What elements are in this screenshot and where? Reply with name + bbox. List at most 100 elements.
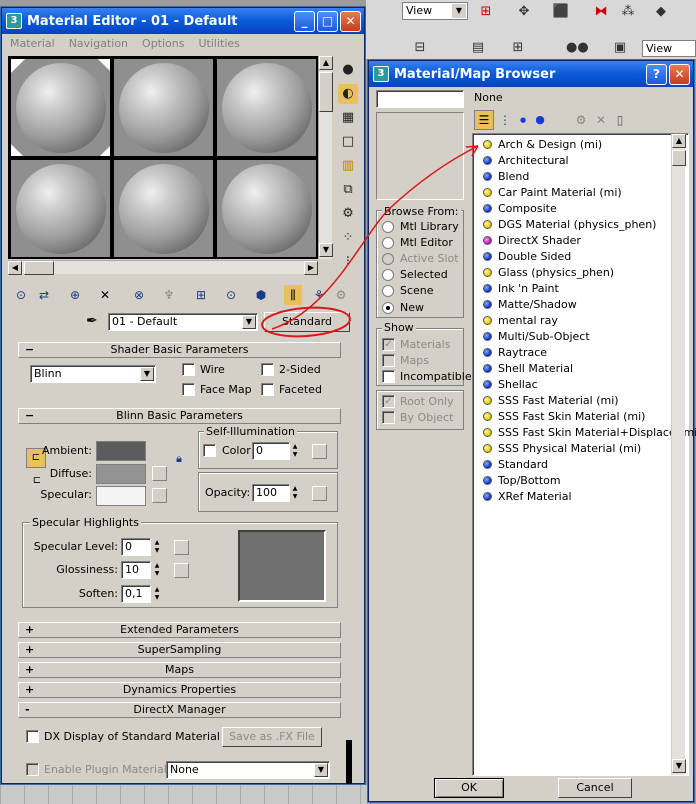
dx-display-checkbox[interactable]	[26, 730, 39, 743]
options-icon[interactable]: ⚙	[338, 204, 358, 224]
list-item[interactable]: Architectural	[483, 152, 569, 168]
scroll-left-icon[interactable]: ◀	[8, 261, 22, 275]
two-sided-checkbox[interactable]	[261, 363, 274, 376]
view-small-icons-icon[interactable]: ●	[516, 110, 530, 130]
sample-slot[interactable]	[216, 58, 317, 157]
diffuse-swatch[interactable]	[96, 464, 146, 484]
scroll-down-icon[interactable]: ▼	[672, 759, 686, 773]
list-item[interactable]: Ink 'n Paint	[483, 280, 559, 296]
select-by-material-icon[interactable]: ⁘	[338, 228, 358, 248]
soften-spinner[interactable]: ▲ ▼	[152, 586, 162, 602]
list-item[interactable]: Composite	[483, 200, 557, 216]
list-item[interactable]: Shellac	[483, 376, 538, 392]
view-large-icons-icon[interactable]: ●	[532, 110, 548, 130]
list-item[interactable]: Double Sided	[483, 248, 571, 264]
show-end-result-icon[interactable]: ⫼	[284, 285, 302, 305]
specular-level-map-button[interactable]	[174, 540, 189, 555]
maximize-button[interactable]: □	[317, 10, 338, 32]
scroll-up-icon[interactable]: ▲	[319, 56, 333, 70]
diffuse-map-button[interactable]	[152, 466, 167, 481]
by-object-checkbox[interactable]	[382, 411, 395, 424]
blinn-rollout-header[interactable]: − Blinn Basic Parameters	[18, 408, 341, 424]
chevron-down-icon[interactable]: ▼	[314, 763, 328, 777]
list-item[interactable]: Shell Material	[483, 360, 573, 376]
opacity-map-button[interactable]	[312, 486, 327, 501]
specular-map-button[interactable]	[152, 488, 167, 503]
list-item[interactable]: Top/Bottom	[483, 472, 561, 488]
wire-checkbox[interactable]	[182, 363, 195, 376]
background-checker-icon[interactable]: ▦	[338, 108, 358, 128]
sample-slot[interactable]	[113, 159, 214, 258]
browser-name-field[interactable]	[376, 90, 464, 108]
sample-slot[interactable]	[216, 159, 317, 258]
render-icon[interactable]: ▣	[610, 38, 630, 58]
list-item[interactable]: XRef Material	[483, 488, 572, 504]
list-item[interactable]: Raytrace	[483, 344, 547, 360]
opacity-input[interactable]: 100	[252, 484, 290, 502]
make-copy-icon[interactable]: ⊗	[130, 285, 148, 305]
supersampling-rollout[interactable]: + SuperSampling	[18, 642, 341, 658]
lock-icon[interactable]: 🔒︎	[171, 452, 187, 468]
material-list-vscroll[interactable]: ▲ ▼	[671, 134, 686, 775]
view-select[interactable]: View ▼	[402, 2, 468, 20]
browse-mtl-editor-radio[interactable]	[382, 237, 394, 249]
curve-editor-icon[interactable]: ▤	[468, 38, 488, 58]
self-illum-input[interactable]: 0	[252, 442, 290, 460]
glossiness-input[interactable]: 10	[121, 561, 151, 579]
soften-input[interactable]: 0,1	[121, 585, 151, 603]
sample-slot[interactable]	[113, 58, 214, 157]
maps-rollout[interactable]: + Maps	[18, 662, 341, 678]
select-move-icon[interactable]: ✥	[514, 2, 534, 22]
show-map-icon[interactable]: ⬢	[252, 285, 270, 305]
list-item[interactable]: Multi/Sub-Object	[483, 328, 590, 344]
delete-icon[interactable]: ✕	[593, 110, 609, 130]
reset-icon[interactable]: ✕	[96, 285, 114, 305]
ok-button[interactable]: OK	[434, 778, 504, 798]
help-button[interactable]: ?	[646, 63, 667, 85]
list-item[interactable]: Arch & Design (mi)	[483, 136, 602, 152]
list-item[interactable]: mental ray	[483, 312, 558, 328]
update-scene-icon[interactable]: ⚙	[572, 110, 590, 130]
snap-icon[interactable]: ⊞	[476, 2, 496, 22]
close-button[interactable]: ✕	[340, 10, 361, 32]
browse-active-slot-radio[interactable]	[382, 253, 394, 265]
sample-slot[interactable]	[10, 159, 111, 258]
opacity-spinner[interactable]: ▲ ▼	[290, 485, 300, 501]
hscroll-thumb[interactable]	[24, 261, 54, 275]
assign-material-icon[interactable]: ⊕	[66, 285, 84, 305]
ambient-swatch[interactable]	[96, 441, 146, 461]
view-list-icon[interactable]: ☰	[474, 110, 494, 130]
list-item[interactable]: Blend	[483, 168, 529, 184]
menu-utilities[interactable]: Utilities	[198, 37, 239, 50]
go-sibling-icon[interactable]: ⚙	[332, 285, 350, 305]
sample-slot[interactable]	[10, 58, 111, 157]
material-type-button[interactable]: Standard	[264, 312, 350, 332]
list-item[interactable]: SSS Fast Material (mi)	[483, 392, 619, 408]
enable-plugin-checkbox[interactable]	[26, 763, 39, 776]
show-materials-checkbox[interactable]: ✓	[382, 338, 395, 351]
menu-options[interactable]: Options	[142, 37, 184, 50]
browse-selected-radio[interactable]	[382, 269, 394, 281]
directx-manager-rollout[interactable]: - DirectX Manager	[18, 702, 341, 718]
schematic-icon[interactable]: ⊞	[508, 38, 528, 58]
show-maps-checkbox[interactable]	[382, 354, 395, 367]
get-material-icon[interactable]: ⊙	[12, 285, 30, 305]
cancel-button[interactable]: Cancel	[558, 778, 632, 798]
chevron-down-icon[interactable]: ▼	[242, 315, 256, 329]
list-item[interactable]: Matte/Shadow	[483, 296, 577, 312]
self-illum-spinner[interactable]: ▲ ▼	[290, 443, 300, 459]
scroll-down-icon[interactable]: ▼	[319, 243, 333, 257]
backlight-icon[interactable]: ◐	[338, 84, 358, 104]
menu-material[interactable]: Material	[10, 37, 55, 50]
make-preview-icon[interactable]: ⧉	[338, 180, 358, 200]
make-unique-icon[interactable]: ♆	[160, 285, 178, 305]
browse-mtl-library-radio[interactable]	[382, 221, 394, 233]
list-scroll-thumb[interactable]	[672, 150, 686, 166]
slots-hscroll[interactable]: ◀ ▶	[8, 260, 318, 275]
list-item[interactable]: DirectX Shader	[483, 232, 581, 248]
eraser-icon[interactable]: ◆	[651, 2, 671, 22]
specular-swatch[interactable]	[96, 486, 146, 506]
faceted-checkbox[interactable]	[261, 383, 274, 396]
scroll-right-icon[interactable]: ▶	[304, 261, 318, 275]
put-to-library-icon[interactable]: ⊞	[192, 285, 210, 305]
